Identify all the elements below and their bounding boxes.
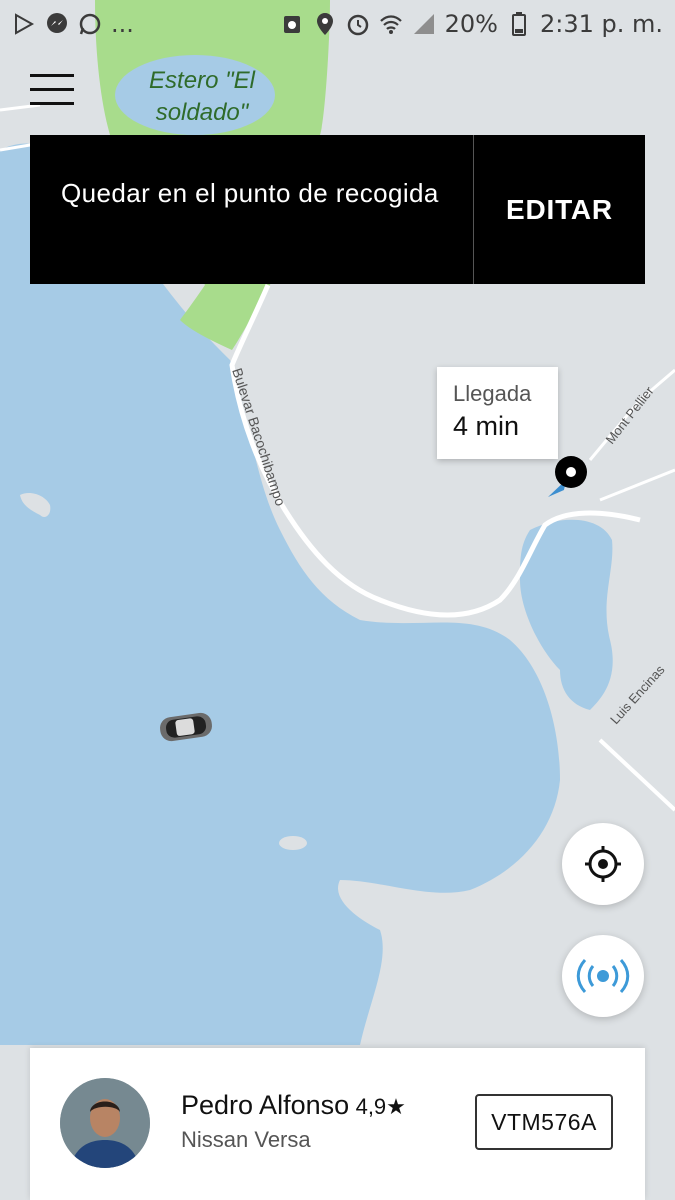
pickup-message: Quedar en el punto de recogida [61,178,439,208]
driver-info: Pedro Alfonso 4,9★ Nissan Versa [181,1090,406,1153]
estero-label-line1: Estero "El [149,67,256,94]
map-islet [279,836,307,850]
hamburger-menu-icon[interactable] [28,70,76,110]
more-notifications: ... [111,10,134,38]
car-model: Nissan Versa [181,1127,311,1152]
driver-rating: 4,9★ [355,1094,406,1119]
license-plate: VTM576A [475,1094,613,1150]
estero-label-line2: soldado" [156,99,250,126]
locate-me-button[interactable] [562,823,644,905]
location-icon [313,12,337,36]
driver-avatar[interactable] [60,1078,150,1168]
crosshair-icon [585,846,621,882]
signal-icon [412,12,436,36]
status-bar-notifications: ... [12,10,134,38]
alarm-icon [346,12,370,36]
whatsapp-icon [78,12,102,36]
messenger-icon [45,12,69,36]
battery-icon [507,12,531,36]
eta-tooltip: Llegada 4 min [437,367,558,459]
play-store-icon [12,12,36,36]
clock: 2:31 p. m. [539,10,663,38]
beacon-button[interactable] [562,935,644,1017]
pickup-banner: Quedar en el punto de recogida EDITAR [30,135,645,284]
recycle-icon [280,12,304,36]
beacon-icon [576,958,630,994]
wifi-icon [379,12,403,36]
edit-button[interactable]: EDITAR [474,135,645,284]
driver-name: Pedro Alfonso [181,1090,350,1120]
battery-percent: 20% [444,10,498,38]
driver-card[interactable]: Pedro Alfonso 4,9★ Nissan Versa VTM576A [30,1048,645,1200]
eta-value: 4 min [453,411,520,441]
eta-label: Llegada [453,381,532,406]
status-bar: ... 20% 2:31 p. m. [0,0,675,48]
status-bar-system: 20% 2:31 p. m. [280,10,663,38]
